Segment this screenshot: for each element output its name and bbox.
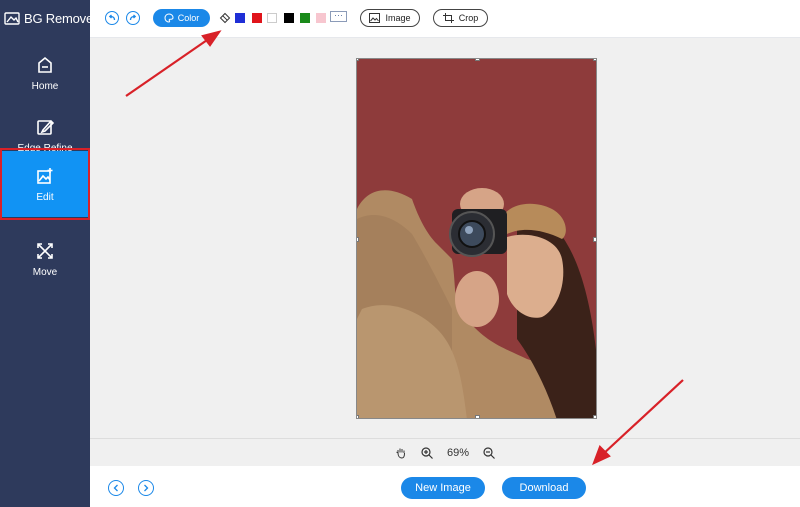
main-area: Color ··· Image Crop 69% New Image Downl…	[90, 0, 800, 507]
app-brand: BG Remover	[4, 9, 124, 27]
sidebar-item-edit[interactable]: Edit	[0, 151, 90, 217]
palette-icon	[164, 13, 174, 23]
swatch-green[interactable]	[300, 13, 310, 23]
image-button-label: Image	[385, 13, 411, 23]
image-button[interactable]: Image	[360, 9, 420, 27]
zoom-level: 69%	[446, 447, 470, 459]
swatch-white[interactable]	[267, 13, 277, 23]
edit-icon	[37, 167, 53, 184]
canvas-area	[90, 38, 800, 438]
zoom-in-icon[interactable]	[421, 447, 433, 459]
move-icon	[37, 242, 53, 259]
resize-handle[interactable]	[593, 59, 596, 61]
resize-handle[interactable]	[593, 415, 596, 418]
resize-handle[interactable]	[357, 59, 359, 61]
sidebar: Home Edge Refine Edit Move	[0, 0, 90, 507]
resize-handle[interactable]	[475, 415, 480, 418]
app-title: BG Remover	[24, 10, 98, 26]
zoom-bar: 69%	[90, 438, 800, 467]
image-icon	[369, 13, 381, 23]
swatch-black[interactable]	[284, 13, 294, 23]
crop-button[interactable]: Crop	[433, 9, 488, 27]
download-button[interactable]: Download	[502, 477, 586, 499]
zoom-out-icon[interactable]	[483, 447, 495, 459]
sidebar-item-label: Edit	[36, 191, 54, 203]
redo-button[interactable]	[126, 11, 140, 25]
next-button[interactable]	[138, 480, 154, 496]
crop-button-label: Crop	[458, 13, 479, 23]
color-button-label: Color	[177, 13, 200, 23]
resize-handle[interactable]	[357, 237, 359, 242]
footer: New Image Download	[90, 466, 800, 507]
image-canvas[interactable]	[356, 58, 597, 419]
resize-handle[interactable]	[475, 59, 480, 61]
sidebar-item-home[interactable]: Home	[0, 42, 90, 104]
swatch-pink[interactable]	[316, 13, 326, 23]
color-button[interactable]: Color	[153, 9, 210, 27]
eraser-icon[interactable]	[219, 12, 231, 24]
resize-handle[interactable]	[593, 237, 596, 242]
swatch-blue[interactable]	[235, 13, 245, 23]
previous-button[interactable]	[108, 480, 124, 496]
resize-handle[interactable]	[357, 415, 359, 418]
edge-refine-icon	[37, 119, 55, 135]
chevron-right-icon	[144, 484, 149, 492]
crop-icon	[442, 13, 454, 23]
swatch-red[interactable]	[252, 13, 262, 23]
more-colors-button[interactable]: ···	[330, 11, 347, 22]
sidebar-item-move[interactable]: Move	[0, 228, 90, 290]
subject-photo	[357, 188, 596, 418]
sidebar-item-label: Move	[32, 266, 58, 278]
app-logo-icon	[4, 12, 20, 25]
new-image-button[interactable]: New Image	[401, 477, 485, 499]
chevron-left-icon	[113, 484, 118, 492]
hand-icon[interactable]	[395, 447, 407, 459]
toolbar: Color ··· Image Crop	[90, 0, 800, 38]
sidebar-item-label: Home	[31, 80, 59, 92]
redo-icon	[129, 14, 137, 21]
home-icon	[38, 56, 52, 73]
